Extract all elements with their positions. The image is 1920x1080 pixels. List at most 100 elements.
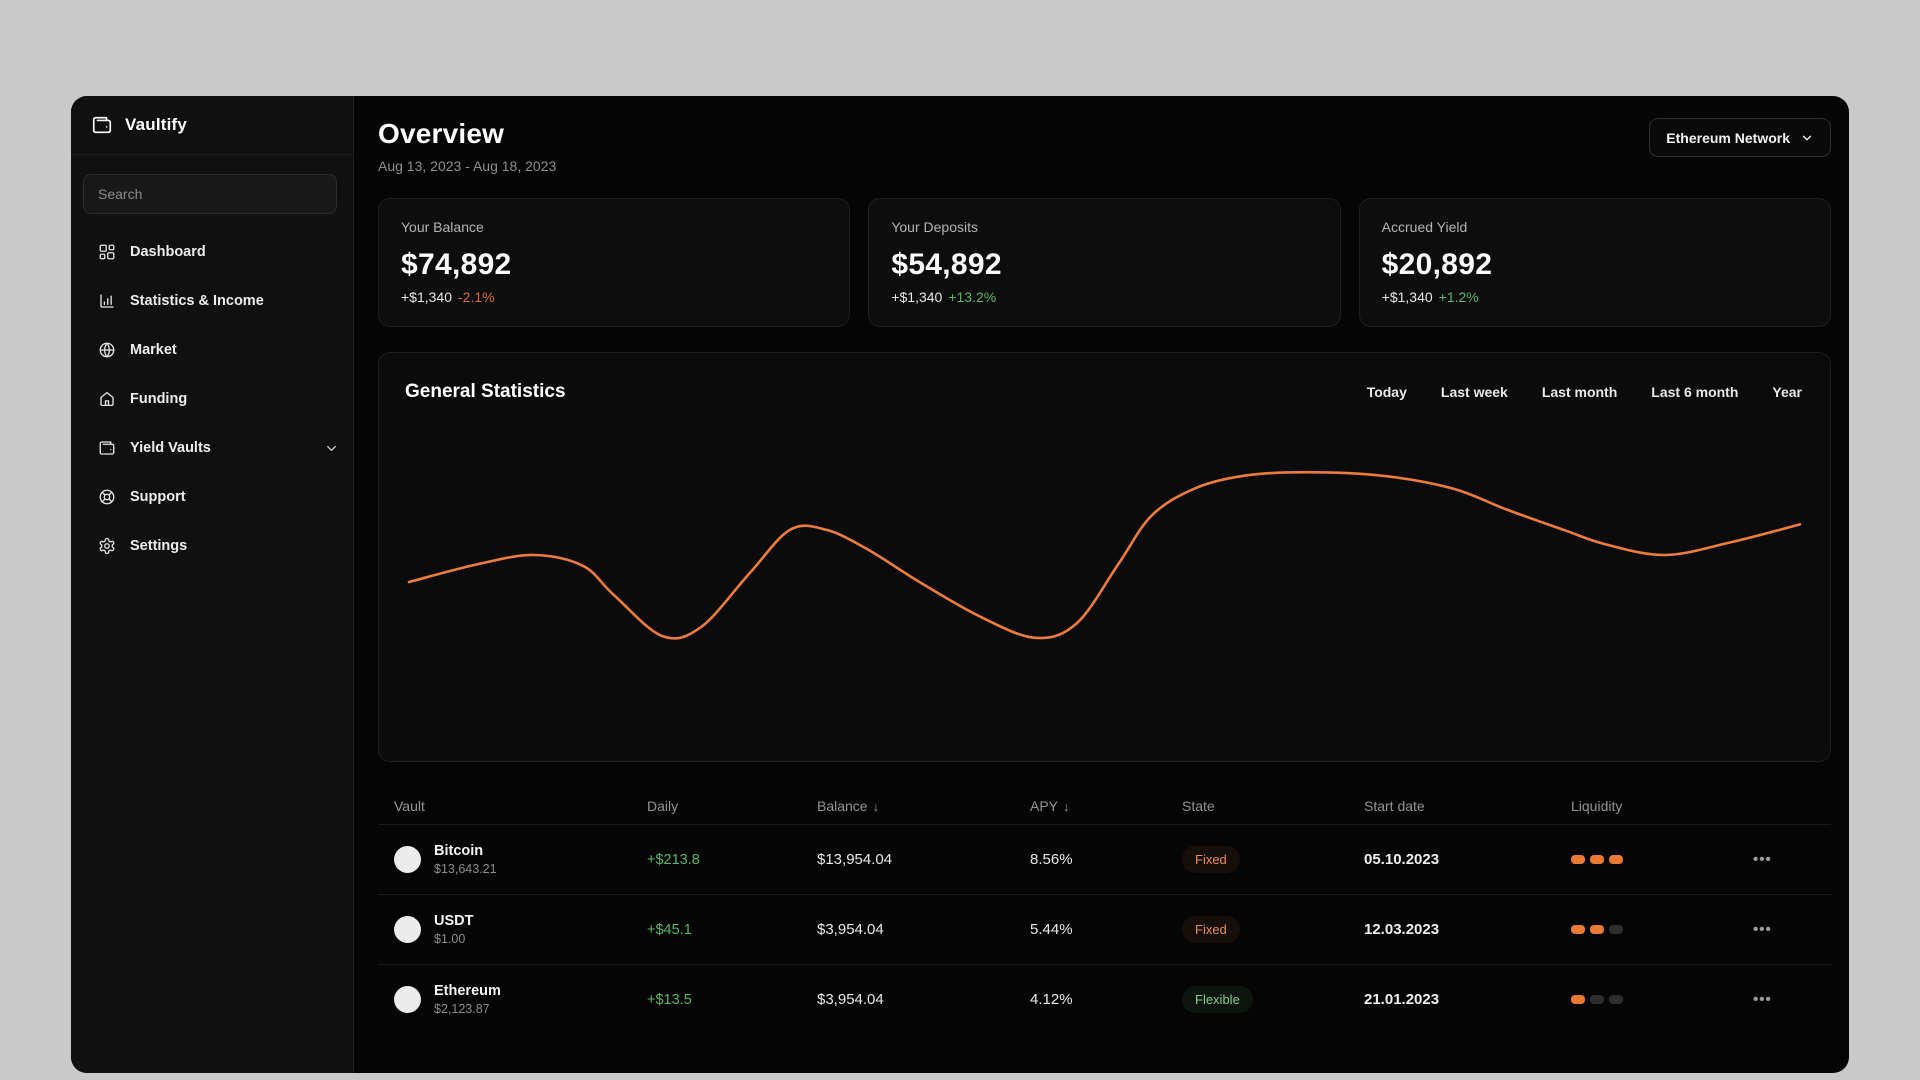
sidebar-item-label: Statistics & Income xyxy=(130,293,264,309)
card-label: Accrued Yield xyxy=(1381,219,1468,235)
dashboard-grid-icon xyxy=(97,243,116,261)
line-chart-svg xyxy=(407,470,1802,640)
daily-change: +$213.8 xyxy=(647,851,700,868)
date-range: Aug 13, 2023 - Aug 18, 2023 xyxy=(378,158,557,174)
network-selector-button[interactable]: Ethereum Network xyxy=(1649,118,1831,157)
vault-name: USDT xyxy=(434,913,474,929)
app-logo: Vaultify xyxy=(71,96,353,155)
row-more-button[interactable]: ••• xyxy=(1753,991,1772,1008)
card-value: $74,892 xyxy=(401,248,512,281)
column-header-apy[interactable]: APY ↓ xyxy=(1030,798,1182,814)
balance-value: $3,954.04 xyxy=(817,991,884,1008)
sort-desc-icon: ↓ xyxy=(872,798,880,814)
column-header-liquidity: Liquidity xyxy=(1571,798,1623,814)
column-header-state: State xyxy=(1182,798,1215,814)
column-header-balance[interactable]: Balance ↓ xyxy=(817,798,1030,814)
coin-avatar xyxy=(394,846,421,873)
liquidity-indicator xyxy=(1571,855,1753,864)
sidebar-item-funding[interactable]: Funding xyxy=(71,379,353,419)
card-label: Your Balance xyxy=(401,219,484,235)
bar-chart-icon xyxy=(97,292,116,310)
coin-avatar xyxy=(394,986,421,1013)
vault-name: Ethereum xyxy=(434,983,501,999)
daily-change: +$45.1 xyxy=(647,921,692,938)
vault-cell: Ethereum $2,123.87 xyxy=(394,983,647,1016)
tab-last-month[interactable]: Last month xyxy=(1542,384,1617,400)
table-row-ethereum[interactable]: Ethereum $2,123.87 +$13.5 $3,954.04 4.12… xyxy=(378,964,1831,1034)
card-accrued-yield: Accrued Yield $20,892 +$1,340 +1.2% xyxy=(1358,198,1831,327)
state-badge: Fixed xyxy=(1182,846,1240,873)
sidebar-nav: Dashboard Statistics & Income Market Fun… xyxy=(71,232,353,566)
chart-range-tabs: Today Last week Last month Last 6 month … xyxy=(1367,384,1802,400)
app-title: Vaultify xyxy=(125,115,188,134)
sidebar-item-settings[interactable]: Settings xyxy=(71,526,353,566)
balance-value: $13,954.04 xyxy=(817,851,893,868)
start-date: 12.03.2023 xyxy=(1364,921,1440,938)
sidebar-item-support[interactable]: Support xyxy=(71,477,353,517)
globe-icon xyxy=(97,341,116,359)
card-delta: +$1,340 +1.2% xyxy=(1381,289,1479,305)
wallet-icon xyxy=(97,439,116,457)
sidebar-item-label: Support xyxy=(130,489,186,505)
table-row-bitcoin[interactable]: Bitcoin $13,643.21 +$213.8 $13,954.04 8.… xyxy=(378,824,1831,894)
sort-desc-icon: ↓ xyxy=(1063,798,1070,814)
card-value: $20,892 xyxy=(1381,248,1493,281)
app-window: Vaultify Dashboard Statistics & Income xyxy=(71,96,1849,1073)
sidebar-item-yield-vaults[interactable]: Yield Vaults xyxy=(71,428,353,468)
sidebar-item-dashboard[interactable]: Dashboard xyxy=(71,232,353,272)
column-header-start-date: Start date xyxy=(1364,798,1425,814)
apy-value: 8.56% xyxy=(1030,851,1073,868)
sidebar-item-label: Funding xyxy=(130,391,188,407)
balance-value: $3,954.04 xyxy=(817,921,884,938)
home-icon xyxy=(97,390,116,408)
card-your-deposits: Your Deposits $54,892 +$1,340 +13.2% xyxy=(868,198,1341,327)
vault-price: $2,123.87 xyxy=(434,1002,490,1016)
card-value: $54,892 xyxy=(891,248,1002,281)
page-title: Overview xyxy=(378,118,505,149)
state-badge: Fixed xyxy=(1182,916,1240,943)
state-badge: Flexible xyxy=(1182,986,1253,1013)
general-statistics-panel: General Statistics Today Last week Last … xyxy=(378,352,1831,762)
sidebar-item-label: Market xyxy=(130,342,177,358)
vault-cell: Bitcoin $13,643.21 xyxy=(394,843,647,876)
start-date: 05.10.2023 xyxy=(1364,851,1440,868)
daily-change: +$13.5 xyxy=(647,991,692,1008)
card-your-balance: Your Balance $74,892 +$1,340 -2.1% xyxy=(378,198,851,327)
network-selector-label: Ethereum Network xyxy=(1666,129,1790,146)
chart-title: General Statistics xyxy=(405,381,566,402)
table-header-row: Vault Daily Balance ↓ APY ↓ State Start da… xyxy=(378,788,1831,824)
main-content: Overview Aug 13, 2023 - Aug 18, 2023 Eth… xyxy=(354,96,1849,1073)
row-more-button[interactable]: ••• xyxy=(1753,851,1772,868)
row-more-button[interactable]: ••• xyxy=(1753,921,1772,938)
start-date: 21.01.2023 xyxy=(1364,991,1440,1008)
statistics-line-chart xyxy=(407,465,1802,645)
card-delta-percent: +13.2% xyxy=(948,289,997,305)
chevron-down-icon xyxy=(1800,131,1814,145)
vault-name: Bitcoin xyxy=(434,843,484,859)
card-delta: +$1,340 -2.1% xyxy=(401,289,495,305)
tab-year[interactable]: Year xyxy=(1772,384,1802,400)
apy-value: 5.44% xyxy=(1030,921,1073,938)
vault-cell: USDT $1.00 xyxy=(394,913,647,946)
search-input[interactable] xyxy=(83,174,337,214)
sidebar-item-label: Dashboard xyxy=(130,244,206,260)
sidebar-item-label: Settings xyxy=(130,538,188,554)
sidebar-item-label: Yield Vaults xyxy=(130,440,211,456)
tab-last-week[interactable]: Last week xyxy=(1441,384,1508,400)
chevron-down-icon[interactable] xyxy=(324,441,339,456)
tab-today[interactable]: Today xyxy=(1367,384,1407,400)
column-header-daily: Daily xyxy=(647,798,679,814)
wallet-icon xyxy=(91,114,113,136)
card-delta: +$1,340 +13.2% xyxy=(891,289,997,305)
sidebar: Vaultify Dashboard Statistics & Income xyxy=(71,96,354,1073)
table-row-usdt[interactable]: USDT $1.00 +$45.1 $3,954.04 5.44% Fixed … xyxy=(378,894,1831,964)
life-buoy-icon xyxy=(97,488,116,506)
sidebar-item-statistics-income[interactable]: Statistics & Income xyxy=(71,281,353,321)
liquidity-indicator xyxy=(1571,925,1753,934)
coin-avatar xyxy=(394,916,421,943)
tab-last-6-month[interactable]: Last 6 month xyxy=(1651,384,1738,400)
stat-cards: Your Balance $74,892 +$1,340 -2.1% Your D… xyxy=(378,198,1831,327)
apy-value: 4.12% xyxy=(1030,991,1073,1008)
sidebar-item-market[interactable]: Market xyxy=(71,330,353,370)
card-delta-percent: +1.2% xyxy=(1438,289,1479,305)
